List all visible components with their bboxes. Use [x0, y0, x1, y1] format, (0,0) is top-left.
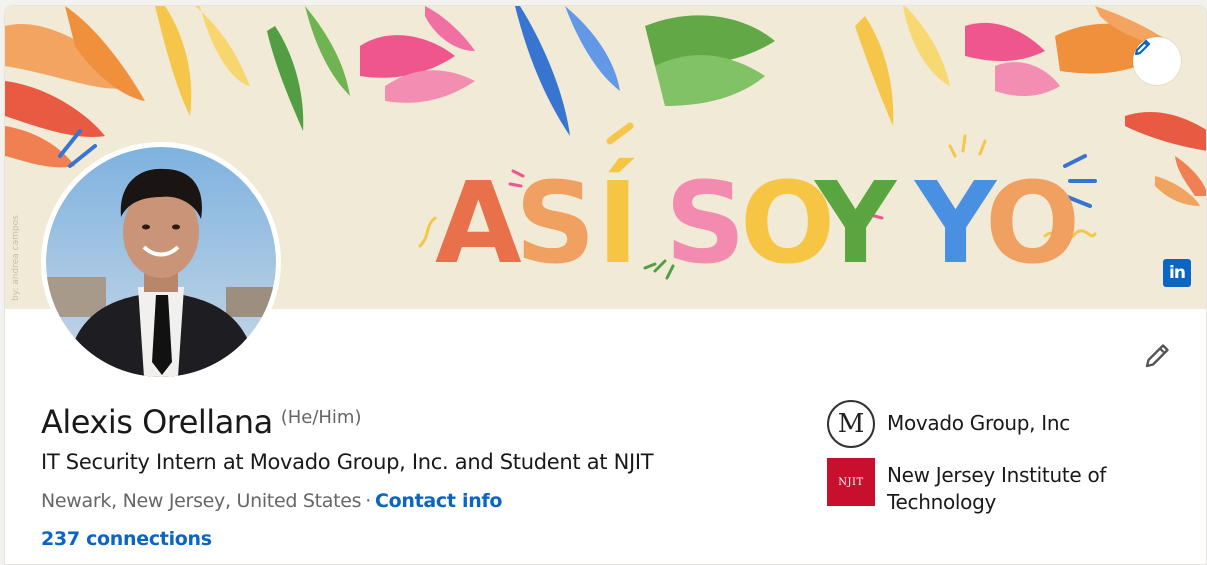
- linkedin-logo: in: [1163, 259, 1191, 287]
- banner-letter: S: [515, 159, 596, 289]
- pencil-icon: [1142, 341, 1172, 375]
- current-company-link[interactable]: M Movado Group, Inc: [827, 400, 1070, 448]
- connections-link[interactable]: 237 connections: [41, 528, 212, 550]
- banner-letter: S: [665, 159, 746, 289]
- profile-location: Newark, New Jersey, United States: [41, 490, 362, 512]
- profile-photo[interactable]: [41, 142, 281, 382]
- movado-logo: M: [827, 400, 875, 448]
- profile-card: A S Í S O Y Y O by: andrea campos in Ale…: [4, 5, 1207, 565]
- njit-logo: NJIT: [827, 458, 875, 506]
- profile-pronouns: (He/Him): [280, 407, 362, 428]
- separator: ·: [365, 490, 371, 512]
- banner-letter: A: [435, 159, 522, 289]
- profile-photo-image: [46, 147, 276, 377]
- edit-intro-button[interactable]: [1137, 338, 1177, 378]
- name-row: Alexis Orellana (He/Him): [41, 403, 361, 441]
- banner-letter: Y: [813, 159, 898, 289]
- contact-info-link[interactable]: Contact info: [375, 490, 502, 512]
- location-row: Newark, New Jersey, United States · Contac…: [41, 490, 502, 512]
- profile-name: Alexis Orellana: [41, 403, 273, 441]
- school-name: New Jersey Institute of Technology: [887, 463, 1107, 514]
- company-name: Movado Group, Inc: [887, 411, 1070, 435]
- education-link[interactable]: NJIT New Jersey Institute of Technology: [827, 458, 1127, 516]
- profile-headline: IT Security Intern at Movado Group, Inc.…: [41, 450, 654, 474]
- edit-banner-button[interactable]: [1133, 37, 1181, 85]
- banner-artist-credit: by: andrea campos: [11, 215, 21, 301]
- banner-letter: Í: [597, 157, 639, 289]
- banner-letter: O: [985, 159, 1080, 289]
